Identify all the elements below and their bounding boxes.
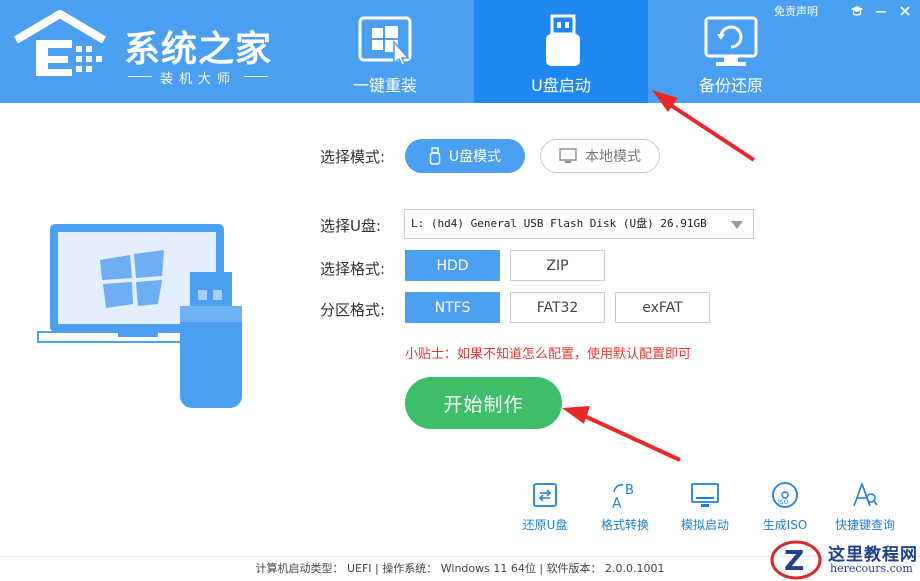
header-bar: 系统之家 装机大师 一键重装 U盘启动 备份还原 免责声明 <box>0 0 920 103</box>
partition-option-ntfs[interactable]: NTFS <box>405 292 500 323</box>
minimize-icon[interactable] <box>874 4 888 18</box>
close-icon[interactable] <box>898 4 912 18</box>
usb-disk-select[interactable]: L: (hd4) General USB Flash Disk (U盘) 26.… <box>404 209 754 239</box>
start-button[interactable]: 开始制作 <box>405 377 562 429</box>
partition-option-exfat[interactable]: exFAT <box>615 292 710 323</box>
tool-label: 快捷键查询 <box>834 518 895 532</box>
iso-disc-icon: ISO <box>772 482 798 508</box>
svg-text:Z: Z <box>784 544 804 577</box>
simulate-boot-icon <box>691 483 719 507</box>
tool-label: 还原U盘 <box>522 518 568 532</box>
tool-restore-usb[interactable]: 还原U盘 <box>510 480 580 533</box>
tab-label: 备份还原 <box>698 76 763 95</box>
svg-text:ISO: ISO <box>778 499 789 506</box>
usb-select-label: 选择U盘: <box>320 217 382 235</box>
app-subtitle: 装机大师 <box>124 68 272 87</box>
usb-disk-value: L: (hd4) General USB Flash Disk (U盘) 26.… <box>411 217 707 230</box>
graduation-cap-icon[interactable] <box>850 4 864 18</box>
watermark-logo-icon: Z <box>770 540 822 580</box>
chevron-down-icon[interactable] <box>731 221 743 229</box>
windows-cursor-icon <box>358 16 412 66</box>
watermark-url: herecours.com <box>830 562 913 575</box>
tip-text: 小贴士：如果不知道怎么配置，使用默认配置即可 <box>405 347 692 362</box>
app-title: 系统之家 <box>124 29 273 70</box>
svg-text:B: B <box>625 483 634 498</box>
tab-label: 一键重装 <box>352 76 417 95</box>
svg-text:A: A <box>612 496 622 510</box>
usb-mode-button[interactable]: U盘模式 <box>405 139 525 173</box>
watermark: Z 这里教程网 herecours.com <box>770 536 920 580</box>
format-option-hdd[interactable]: HDD <box>405 250 500 281</box>
hotkey-search-icon <box>853 481 878 507</box>
tool-simulate-boot[interactable]: 模拟启动 <box>670 480 740 533</box>
tab-label: U盘启动 <box>531 76 591 95</box>
tool-label: 模拟启动 <box>680 518 729 532</box>
partition-option-fat32[interactable]: FAT32 <box>510 292 605 323</box>
usb-icon <box>429 147 441 165</box>
tool-format-convert[interactable]: AB 格式转换 <box>590 480 660 533</box>
tool-label: 生成ISO <box>762 518 808 532</box>
disclaimer-link[interactable]: 免责声明 <box>774 3 818 19</box>
tool-hotkey-query[interactable]: 快捷键查询 <box>830 480 900 533</box>
house-logo-icon <box>13 10 107 76</box>
tool-label: 格式转换 <box>600 518 649 532</box>
format-label: 选择格式: <box>320 260 386 278</box>
usb-drive-icon <box>546 14 580 66</box>
format-convert-icon: AB <box>612 483 634 510</box>
local-mode-button[interactable]: 本地模式 <box>540 139 660 173</box>
window-controls: 免责声明 <box>774 3 912 19</box>
tab-one-click-reinstall[interactable]: 一键重装 <box>298 0 472 103</box>
tool-make-iso[interactable]: ISO 生成ISO <box>750 480 820 533</box>
tab-usb-boot[interactable]: U盘启动 <box>474 0 648 103</box>
restore-monitor-icon <box>704 16 758 66</box>
format-option-zip[interactable]: ZIP <box>510 250 605 281</box>
local-mode-label: 本地模式 <box>585 149 641 165</box>
restore-usb-icon <box>533 483 557 507</box>
partition-label: 分区格式: <box>320 301 386 319</box>
mode-label: 选择模式: <box>320 148 386 166</box>
monitor-icon <box>559 148 577 163</box>
laptop-usb-illustration <box>37 224 242 408</box>
app-logo: 系统之家 装机大师 <box>12 10 282 90</box>
annotation-arrow-start <box>562 406 681 462</box>
usb-mode-label: U盘模式 <box>448 149 502 165</box>
